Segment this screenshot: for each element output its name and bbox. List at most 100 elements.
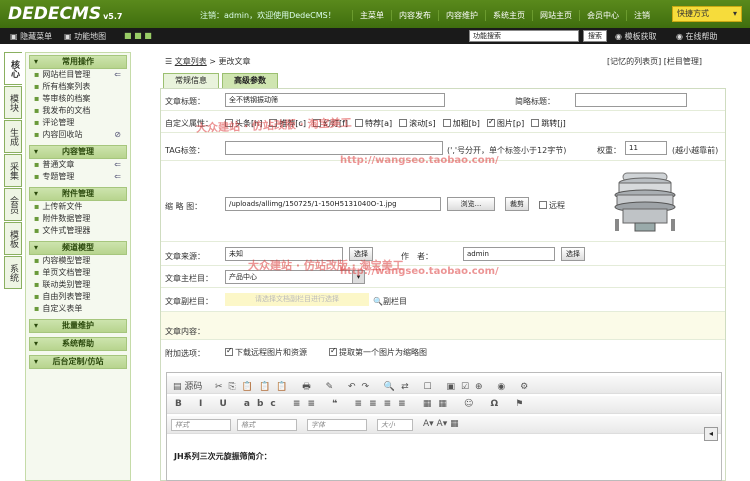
top-nav-item[interactable]: 系统主页 [485,10,532,21]
sidebar-item[interactable]: 专题管理⇐ [29,171,127,183]
sidebar-section: 内容管理普通文章⇐专题管理⇐ [29,145,127,183]
attr-checkbox[interactable]: 特荐[a] [355,118,392,129]
top-nav-item[interactable]: 会员中心 [579,10,626,21]
search-icon: 🔍 [373,297,383,306]
weight-input[interactable]: 11 [625,141,667,155]
text-color-icon[interactable]: A▾ A▾ ▦ [423,419,459,429]
function-map-button[interactable]: ▣ 功能地图 [64,31,106,42]
top-nav-item[interactable]: 注销 [626,10,657,21]
attr-checkbox[interactable]: 加粗[b] [442,118,480,129]
top-nav-item[interactable]: 内容维护 [438,10,485,21]
theme-swatches[interactable]: ■ ■ ■ [124,31,152,40]
sidebar-item[interactable]: 内容回收站⊘ [29,129,127,141]
title-input[interactable]: 全不锈钢振动筛 [225,93,445,107]
sidebar-item[interactable]: 普通文章⇐ [29,159,127,171]
top-nav: 主菜单 内容发布 内容维护 系统主页 网站主页 会员中心 注销 [352,10,657,21]
template-get-link[interactable]: ◉ 模板获取 [615,31,657,42]
list-icon: ☰ [165,57,173,66]
sidebar-item[interactable]: 上传新文件 [29,201,127,213]
download-remote-checkbox[interactable]: 下载远程图片和资源 [225,346,307,358]
size-select[interactable]: 大小 [377,419,413,431]
extra-row: 附加选项： 下载远程图片和资源 提取第一个图片为缩略图 [161,340,725,362]
format-icons[interactable]: B I U abc ≡≡ ❝ ≡≡≡≡ ▦▦ ☺ Ω ⚑ [175,399,530,409]
sidebar-item-icon[interactable]: ⇐ [114,159,121,171]
sidebar-section-header[interactable]: 后台定制/仿站 [29,355,127,369]
source-row: 文章来源： 未知 选择 作 者： admin 选择 [161,242,725,266]
sidebar-section-header[interactable]: 频道模型 [29,241,127,255]
sidebar-section-header[interactable]: 附件管理 [29,187,127,201]
sidebar-item[interactable]: 自由列表管理 [29,291,127,303]
sidebar-item[interactable]: 自定义表单 [29,303,127,315]
watermark-url: http://wangseo.taobao.com/ [340,155,499,166]
attr-checkbox[interactable]: 图片[p] [486,117,524,129]
vtab[interactable]: 模块 [4,86,22,119]
tab-general[interactable]: 常规信息 [163,73,219,88]
author-input[interactable]: admin [463,247,555,261]
subcolumn-field[interactable]: 请选择文档副栏目进行选择 [225,293,369,306]
top-bar: DEDECMS v5.7 注销：admin，欢迎使用DedeCMS！ 主菜单 内容发… [0,0,750,28]
sidebar-item[interactable]: 单页文档管理 [29,267,127,279]
sidebar-section-header[interactable]: 内容管理 [29,145,127,159]
first-pic-thumb-checkbox[interactable]: 提取第一个图片为缩略图 [329,346,427,358]
sidebar-item[interactable]: 文件式管理器 [29,225,127,237]
format-select[interactable]: 格式 [237,419,297,431]
scroll-up-button[interactable]: ◂ [704,427,718,441]
vtab[interactable]: 采集 [4,154,22,187]
subcolumn-button[interactable]: 🔍副栏目 [373,296,407,307]
source-button[interactable]: ▤ 源码 [173,379,202,392]
attr-checkbox[interactable]: 滚动[s] [399,118,436,129]
browse-button[interactable]: 浏览... [447,197,495,211]
crop-button[interactable]: 裁剪 [505,197,529,211]
sidebar-item[interactable]: 我发布的文档 [29,105,127,117]
sidebar-item[interactable]: 评论管理 [29,117,127,129]
sidebar-item[interactable]: 内容模型管理 [29,255,127,267]
rich-text-editor[interactable]: ▤ 源码 ✂⎘📋📋📋 🖶 ✎ ↶↷ 🔍⇄ ☐ ▣☑⊕ ◉ ⚙ B I U abc… [166,372,722,481]
title-row: 文章标题： 全不锈钢振动筛 简略标题： [161,89,725,111]
sidebar-item[interactable]: 等审核的档案 [29,93,127,105]
sidebar-section-header[interactable]: 常用操作 [29,55,127,69]
top-nav-item[interactable]: 主菜单 [352,10,391,21]
vtab[interactable]: 系统 [4,256,22,289]
sidebar-item[interactable]: 所有档案列表 [29,81,127,93]
function-search-input[interactable]: 功能搜索 [469,30,579,42]
tab-advanced[interactable]: 高级参数 [222,73,278,88]
author-select-button[interactable]: 选择 [561,247,585,261]
hide-menu-button[interactable]: ▣ 隐藏菜单 [10,31,52,42]
vtab[interactable]: 生成 [4,120,22,153]
logo: DEDECMS v5.7 [8,4,123,24]
toolbar-icons-1[interactable]: ✂⎘📋📋📋 🖶 ✎ ↶↷ 🔍⇄ ☐ ▣☑⊕ ◉ ⚙ [215,379,534,395]
quick-menu-button[interactable]: 快捷方式 [672,6,742,22]
font-select[interactable]: 字体 [307,419,367,431]
vtab[interactable]: 会员 [4,188,22,221]
editor-toolbar-1: ▤ 源码 ✂⎘📋📋📋 🖶 ✎ ↶↷ 🔍⇄ ☐ ▣☑⊕ ◉ ⚙ [167,376,721,394]
tag-input[interactable] [225,141,443,155]
top-nav-item[interactable]: 网站主页 [532,10,579,21]
thumbnail-image [614,172,676,232]
thumb-row: 缩 略 图： /uploads/allimg/150725/1-150H5131… [161,161,725,242]
vtab[interactable]: 核心 [4,52,22,85]
watermark-url-2: http://wangseo.taobao.com/ [340,266,499,277]
attr-checkbox[interactable]: 跳转[j] [531,118,566,129]
function-search-button[interactable]: 搜索 [583,30,607,42]
sidebar-item-icon[interactable]: ⇐ [114,69,121,81]
welcome-text: 注销：admin，欢迎使用DedeCMS！ [200,11,336,20]
vertical-tabs: 核心 模块 生成 采集 会员 模板 系统 [4,52,22,290]
sidebar-item[interactable]: 联动类别管理 [29,279,127,291]
sidebar-item-icon[interactable]: ⊘ [114,129,121,141]
style-select[interactable]: 样式 [171,419,231,431]
sidebar-section: 附件管理上传新文件附件数据管理文件式管理器 [29,187,127,237]
sidebar-section-header[interactable]: 系统帮助 [29,337,127,351]
short-title-input[interactable] [575,93,687,107]
sidebar-item[interactable]: 附件数据管理 [29,213,127,225]
top-nav-item[interactable]: 内容发布 [391,10,438,21]
article-list-link[interactable]: 文章列表 [175,57,207,66]
sidebar-item[interactable]: 网站栏目管理⇐ [29,69,127,81]
online-help-link[interactable]: ◉ 在线帮助 [676,31,718,42]
vtab[interactable]: 模板 [4,222,22,255]
thumb-path-input[interactable]: /uploads/allimg/150725/1-150H5131040O-1.… [225,197,441,211]
sidebar-section-header[interactable]: 批量维护 [29,319,127,333]
editor-toolbar-2: B I U abc ≡≡ ❝ ≡≡≡≡ ▦▦ ☺ Ω ⚑ [167,396,721,414]
remote-checkbox[interactable]: 远程 [539,200,565,211]
sidebar-item-icon[interactable]: ⇐ [114,171,121,183]
breadcrumb-right-links[interactable]: [记忆的列表页] [栏目管理] [607,56,702,67]
